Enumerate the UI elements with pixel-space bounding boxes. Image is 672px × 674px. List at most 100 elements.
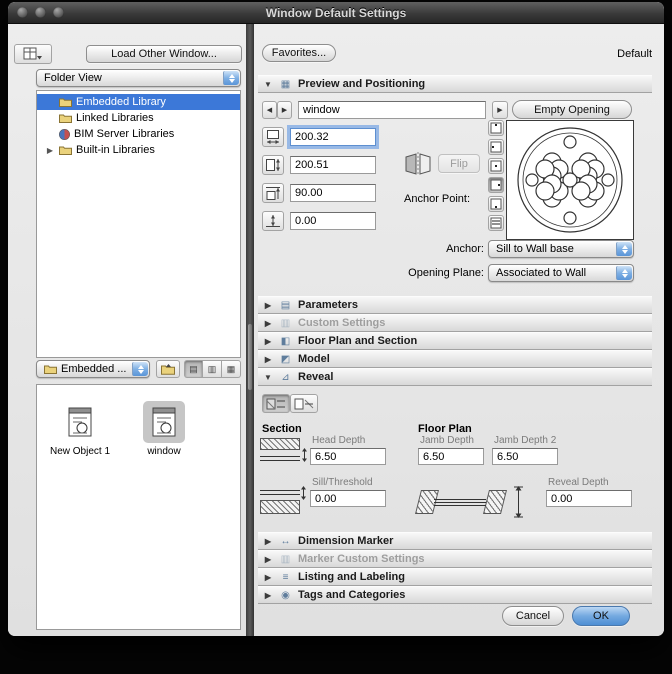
head-depth-field[interactable]: [310, 448, 386, 465]
reveal-plan-toggle[interactable]: [290, 394, 318, 413]
reveal-section-label: Section: [262, 423, 302, 435]
popup-stepper-icon: [616, 266, 632, 280]
titlebar[interactable]: Window Default Settings: [8, 2, 664, 24]
disclosure-closed-icon: ▶: [264, 318, 272, 328]
object-name-field[interactable]: [298, 101, 486, 119]
opening-plane-select[interactable]: Associated to Wall: [488, 264, 634, 282]
library-view-mode-button[interactable]: [14, 44, 52, 64]
section-title: Listing and Labeling: [298, 571, 405, 583]
disclosure-closed-icon: ▶: [264, 554, 272, 564]
window-controls: [17, 7, 64, 18]
panel-splitter[interactable]: [246, 24, 254, 636]
new-folder-button[interactable]: [156, 360, 180, 378]
library-item-window[interactable]: window: [129, 401, 199, 457]
section-floor-plan-and-section[interactable]: ▶ ◧ Floor Plan and Section: [258, 332, 652, 350]
tree-item-built-in-libraries[interactable]: ▶ Built-in Libraries: [37, 142, 240, 158]
section-title: Custom Settings: [298, 317, 386, 329]
section-reveal[interactable]: ▼ ⊿ Reveal: [258, 368, 652, 386]
server-globe-icon: [59, 128, 70, 140]
flip-button[interactable]: Flip: [438, 154, 480, 173]
reveal-section-toggle[interactable]: [262, 394, 290, 413]
tags-categories-icon: ◉: [281, 589, 290, 601]
view-list-button[interactable]: ▦: [222, 360, 241, 378]
disclosure-closed-icon: ▶: [264, 300, 272, 310]
section-dimension-marker[interactable]: ▶ ↔ Dimension Marker: [258, 532, 652, 550]
sill-threshold-field[interactable]: [310, 490, 386, 507]
ok-button[interactable]: OK: [572, 606, 630, 626]
popup-stepper-icon: [616, 242, 632, 256]
load-other-window-button[interactable]: Load Other Window...: [86, 45, 242, 63]
section-parameters[interactable]: ▶ ▤ Parameters: [258, 296, 652, 314]
sill-height-icon: [262, 211, 284, 231]
marker-custom-settings-icon: ▥: [280, 553, 291, 565]
previous-item-button[interactable]: ◀: [262, 101, 277, 119]
tree-item-linked-libraries[interactable]: Linked Libraries: [37, 110, 240, 126]
jamb-depth-field[interactable]: [418, 448, 484, 465]
cancel-button[interactable]: Cancel: [502, 606, 564, 626]
sill-threshold-diagram: [256, 484, 308, 522]
tree-item-embedded-library[interactable]: Embedded Library: [37, 94, 240, 110]
anchor-point-label: Anchor Point:: [404, 193, 471, 205]
library-part-icon: [143, 401, 185, 443]
minimize-button[interactable]: [35, 7, 46, 18]
jamb-depth-2-field[interactable]: [492, 448, 558, 465]
zoom-button[interactable]: [53, 7, 64, 18]
reveal-depth-field[interactable]: [546, 490, 632, 507]
anchor-select[interactable]: Sill to Wall base: [488, 240, 634, 258]
disclosure-closed-icon: ▶: [264, 536, 272, 546]
reveal-floor-plan-label: Floor Plan: [418, 423, 472, 435]
section-preview-and-positioning[interactable]: ▼ ▦ Preview and Positioning: [258, 75, 652, 93]
sill-height-field[interactable]: [290, 212, 376, 230]
folder-view-select[interactable]: Folder View: [36, 69, 241, 87]
favorites-button[interactable]: Favorites...: [262, 44, 336, 62]
section-model[interactable]: ▶ ◩ Model: [258, 350, 652, 368]
tree-item-bim-server-libraries[interactable]: BIM Server Libraries: [37, 126, 240, 142]
model-icon: ◩: [280, 353, 291, 365]
disclosure-open-icon: ▼: [264, 372, 272, 382]
window-default-settings-dialog: Window Default Settings Load Other Windo…: [8, 2, 664, 636]
plan-reveal-diagram: [415, 484, 530, 522]
floor-plan-section-icon: ◧: [280, 335, 291, 347]
anchor-point-button-5[interactable]: [488, 196, 504, 212]
jamb-depth-label: Jamb Depth: [420, 435, 474, 446]
header-height-field[interactable]: [290, 184, 376, 202]
section-listing-and-labeling[interactable]: ▶ ≡ Listing and Labeling: [258, 568, 652, 586]
next-item-button[interactable]: ▶: [277, 101, 292, 119]
preview-popout-button[interactable]: ▶: [492, 101, 508, 119]
disclosure-closed-icon: ▶: [264, 354, 272, 364]
splitter-grip[interactable]: [248, 324, 252, 390]
empty-opening-button[interactable]: Empty Opening: [512, 100, 632, 119]
section-tags-and-categories[interactable]: ▶ ◉ Tags and Categories: [258, 586, 652, 604]
popup-stepper-icon: [223, 71, 239, 85]
disclosure-open-icon: ▼: [264, 79, 272, 89]
library-part-icon: [59, 401, 101, 443]
preview-image[interactable]: [506, 120, 634, 240]
disclosure-triangle-icon[interactable]: ▶: [45, 146, 55, 155]
reveal-icon: ⊿: [281, 371, 290, 383]
library-tree: Embedded Library Linked Libraries BIM Se…: [36, 90, 241, 358]
folder-up-icon: [160, 364, 175, 375]
anchor-label: Anchor:: [446, 243, 484, 255]
opening-plane-label: Opening Plane:: [408, 267, 484, 279]
parameters-icon: ▤: [280, 299, 291, 311]
folder-view-value: Folder View: [44, 72, 102, 84]
library-item-browser: New Object 1 window: [36, 384, 241, 630]
width-field[interactable]: [290, 128, 376, 146]
close-button[interactable]: [17, 7, 28, 18]
anchor-point-button-3[interactable]: [488, 158, 504, 174]
view-small-icons-button[interactable]: ▥: [203, 360, 222, 378]
section-title: Parameters: [298, 299, 358, 311]
disclosure-closed-icon: ▶: [264, 572, 272, 582]
anchor-point-button-1[interactable]: [488, 120, 504, 136]
library-item-new-object-1[interactable]: New Object 1: [45, 401, 115, 457]
anchor-point-button-4[interactable]: [488, 177, 504, 193]
current-library-select[interactable]: Embedded ...: [36, 360, 150, 378]
anchor-point-button-2[interactable]: [488, 139, 504, 155]
view-large-icons-button[interactable]: ▤: [184, 360, 203, 378]
popup-stepper-icon: [132, 362, 148, 376]
height-field[interactable]: [290, 156, 376, 174]
section-marker-custom-settings[interactable]: ▶ ▥ Marker Custom Settings: [258, 550, 652, 568]
section-custom-settings[interactable]: ▶ ▥ Custom Settings: [258, 314, 652, 332]
library-item-label: New Object 1: [49, 446, 111, 457]
anchor-point-button-6[interactable]: [488, 215, 504, 231]
